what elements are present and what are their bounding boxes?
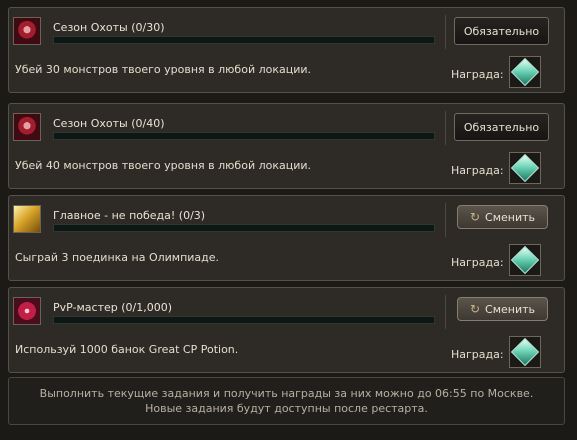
quest-title: Сезон Охоты (0/30) [53,21,165,34]
reward-item[interactable] [509,152,541,184]
divider [445,15,446,49]
quest-progress-bar [53,316,435,324]
quest-progress-bar [53,224,435,232]
reward-label: Награда: [451,256,504,269]
divider [445,295,446,329]
pvp-emblem-icon [13,297,41,325]
required-button-label: Обязательно [463,120,540,134]
reward-item[interactable] [509,244,541,276]
quest-description: Убей 30 монстров твоего уровня в любой л… [15,63,312,76]
golden-wings-icon [13,205,41,233]
reward-label: Награда: [451,348,504,361]
demon-mask-icon [13,113,41,141]
notice-line-1: Выполнить текущие задания и получить наг… [39,387,534,400]
green-gem-icon [510,153,540,183]
change-button-label: Сменить [485,302,536,316]
quest-progress-bar [53,132,435,140]
quest-description: Используй 1000 банок Great CP Potion. [15,343,239,356]
reward-label: Награда: [451,68,504,81]
deadline-notice: Выполнить текущие задания и получить наг… [8,377,565,425]
green-gem-icon [510,337,540,367]
change-button[interactable]: ↻ Сменить [457,297,548,321]
quest-title: PvP-мастер (0/1,000) [53,301,173,314]
change-button[interactable]: ↻ Сменить [457,205,548,229]
quest-progress-bar [53,36,435,44]
reward-item[interactable] [509,336,541,368]
quest-panel: Главное - не победа! (0/3) Сыграй 3 поед… [8,195,565,281]
quest-title: Главное - не победа! (0/3) [53,209,206,222]
divider [445,111,446,145]
required-button-label: Обязательно [463,24,540,38]
demon-mask-icon [13,17,41,45]
required-button[interactable]: Обязательно [454,113,549,141]
quest-description: Убей 40 монстров твоего уровня в любой л… [15,159,312,172]
quest-description: Сыграй 3 поединка на Олимпиаде. [15,251,220,264]
reward-item[interactable] [509,56,541,88]
green-gem-icon [510,245,540,275]
quest-title: Сезон Охоты (0/40) [53,117,165,130]
quest-panel: Сезон Охоты (0/40) Убей 40 монстров твое… [8,103,565,189]
quest-panel: Сезон Охоты (0/30) Убей 30 монстров твое… [8,7,565,93]
notice-line-2: Новые задания будут доступны после реста… [145,402,428,415]
green-gem-icon [510,57,540,87]
reward-label: Награда: [451,164,504,177]
required-button[interactable]: Обязательно [454,17,549,45]
refresh-icon: ↻ [469,302,481,316]
change-button-label: Сменить [485,210,536,224]
refresh-icon: ↻ [469,210,481,224]
quest-panel: PvP-мастер (0/1,000) Используй 1000 бано… [8,287,565,373]
divider [445,203,446,237]
